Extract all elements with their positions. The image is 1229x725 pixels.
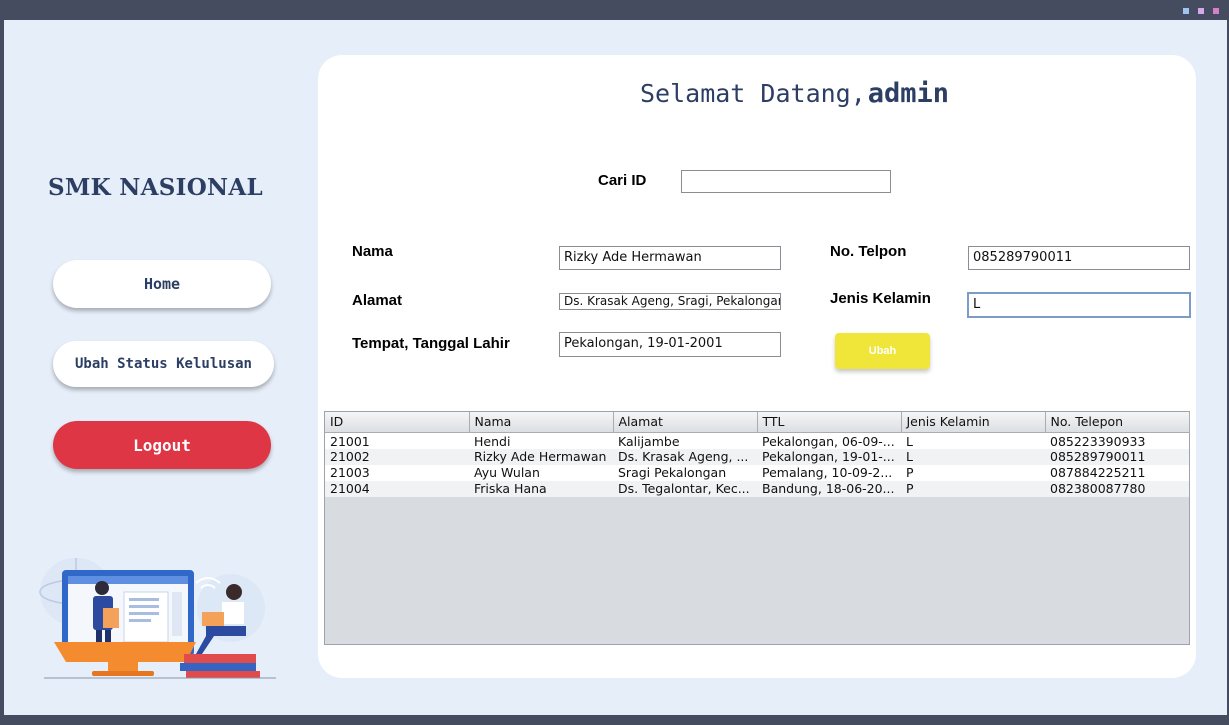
nama-input[interactable]: Rizky Ade Hermawan — [559, 246, 781, 270]
table-cell: 21002 — [330, 449, 370, 464]
table-cell: 21001 — [330, 433, 370, 449]
app-window: SMK NASIONAL Home Ubah Status Kelulusan … — [4, 20, 1227, 715]
home-button[interactable]: Home — [53, 260, 271, 308]
cari-id-input[interactable] — [681, 170, 891, 193]
table-row[interactable]: 21001 Hendi Kalijambe Pekalongan, 06-09-… — [325, 432, 1189, 449]
no-telpon-label: No. Telpon — [830, 243, 907, 260]
logout-button[interactable]: Logout — [53, 421, 271, 469]
column-header-jenis-kelamin[interactable]: Jenis Kelamin — [901, 412, 1046, 433]
column-header-nama[interactable]: Nama — [469, 412, 614, 433]
table-cell: P — [906, 481, 914, 496]
online-learning-illustration — [39, 558, 276, 679]
table-cell: Pekalongan, 06-09-... — [762, 433, 895, 449]
ubah-status-kelulusan-button[interactable]: Ubah Status Kelulusan — [53, 341, 274, 387]
table-cell: 085289790011 — [1050, 449, 1146, 464]
table-cell: Friska Hana — [474, 481, 547, 496]
table-cell: L — [906, 449, 913, 464]
window-dot-3[interactable] — [1213, 8, 1219, 14]
table-header-row: ID Nama Alamat TTL Jenis Kelamin No. Tel… — [325, 412, 1190, 433]
table-row[interactable]: 21002 Rizky Ade Hermawan Ds. Krasak Agen… — [325, 448, 1189, 465]
table-cell: Kalijambe — [618, 433, 680, 449]
table-cell: Hendi — [474, 433, 511, 449]
table-cell: 087884225211 — [1050, 465, 1146, 480]
window-controls — [1183, 8, 1219, 14]
welcome-username: admin — [867, 78, 950, 109]
students-table: ID Nama Alamat TTL Jenis Kelamin No. Tel… — [324, 411, 1190, 645]
table-cell: 085223390933 — [1050, 433, 1146, 449]
column-header-ttl[interactable]: TTL — [757, 412, 902, 433]
welcome-heading: Selamat Datang,admin — [640, 78, 949, 109]
table-row[interactable]: 21003 Ayu Wulan Sragi Pekalongan Pemalan… — [325, 464, 1189, 481]
table-cell: P — [906, 465, 914, 480]
window-dot-2[interactable] — [1198, 8, 1204, 14]
welcome-text: Selamat Datang, — [640, 79, 866, 108]
alamat-label: Alamat — [352, 292, 403, 309]
table-cell: Ds. Krasak Ageng, ... — [618, 449, 749, 464]
table-cell: Pekalongan, 19-01-... — [762, 449, 895, 464]
table-cell: Sragi Pekalongan — [618, 465, 727, 480]
table-cell: 21003 — [330, 465, 370, 480]
table-cell: 21004 — [330, 481, 370, 496]
cari-id-label: Cari ID — [598, 172, 647, 189]
table-row[interactable]: 21004 Friska Hana Ds. Tegalontar, Kec...… — [325, 480, 1189, 497]
brand-title: SMK NASIONAL — [48, 174, 263, 201]
table-cell: L — [906, 433, 913, 449]
column-header-id[interactable]: ID — [325, 412, 470, 433]
table-cell: Ayu Wulan — [474, 465, 540, 480]
jenis-kelamin-input[interactable]: L — [967, 292, 1191, 318]
table-cell: Pemalang, 10-09-2... — [762, 465, 893, 480]
table-cell: Rizky Ade Hermawan — [474, 449, 607, 464]
ttl-label: Tempat, Tanggal Lahir — [352, 335, 510, 352]
table-cell: Bandung, 18-06-20... — [762, 481, 895, 496]
main-panel: Selamat Datang,admin Cari ID Nama Rizky … — [318, 55, 1196, 678]
jenis-kelamin-label: Jenis Kelamin — [830, 290, 931, 307]
column-header-alamat[interactable]: Alamat — [613, 412, 758, 433]
ubah-button[interactable]: Ubah — [835, 333, 930, 369]
ttl-input[interactable]: Pekalongan, 19-01-2001 — [559, 332, 781, 357]
alamat-input[interactable]: Ds. Krasak Ageng, Sragi, Pekalongan — [559, 293, 781, 310]
window-dot-1[interactable] — [1183, 8, 1189, 14]
table-cell: 082380087780 — [1050, 481, 1146, 496]
no-telpon-input[interactable]: 085289790011 — [968, 246, 1190, 270]
column-header-no-telepon[interactable]: No. Telepon — [1045, 412, 1190, 433]
table-cell: Ds. Tegalontar, Kec... — [618, 481, 750, 496]
nama-label: Nama — [352, 243, 393, 260]
